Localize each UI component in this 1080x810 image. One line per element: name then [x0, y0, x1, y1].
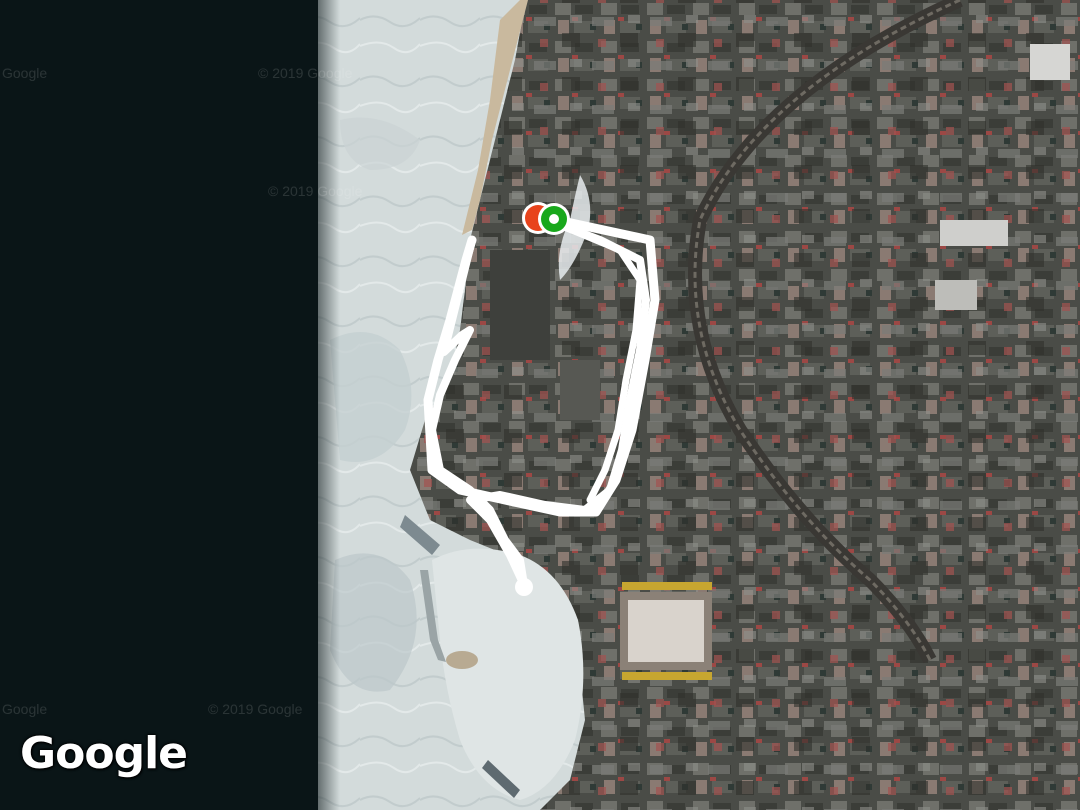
industrial-block — [490, 250, 550, 360]
small-island — [446, 651, 478, 669]
map-view[interactable]: Google © 2019 Google © 2019 Google © 201… — [0, 0, 1080, 810]
tile-watermark: © 2019 Google — [208, 701, 303, 717]
tile-watermark: © 2019 Google — [258, 65, 353, 81]
start-marker[interactable] — [538, 203, 570, 235]
stadium-field — [628, 600, 704, 662]
industrial-block — [560, 360, 600, 420]
stadium-stand — [622, 672, 712, 680]
tower-block — [1030, 44, 1070, 80]
route-endpoint — [515, 578, 533, 596]
tile-watermark: Google — [2, 701, 47, 717]
tile-watermark: Google — [2, 65, 47, 81]
tile-watermark: © 2019 Google — [268, 183, 363, 199]
stadium-stand — [622, 582, 712, 590]
marker-center-dot — [549, 214, 559, 224]
tower-block — [935, 280, 977, 310]
tower-block — [940, 220, 1008, 246]
imagery-edge-fade — [300, 0, 340, 810]
satellite-map[interactable]: Google © 2019 Google © 2019 Google © 201… — [0, 0, 1080, 810]
google-logo: Google — [20, 728, 188, 779]
